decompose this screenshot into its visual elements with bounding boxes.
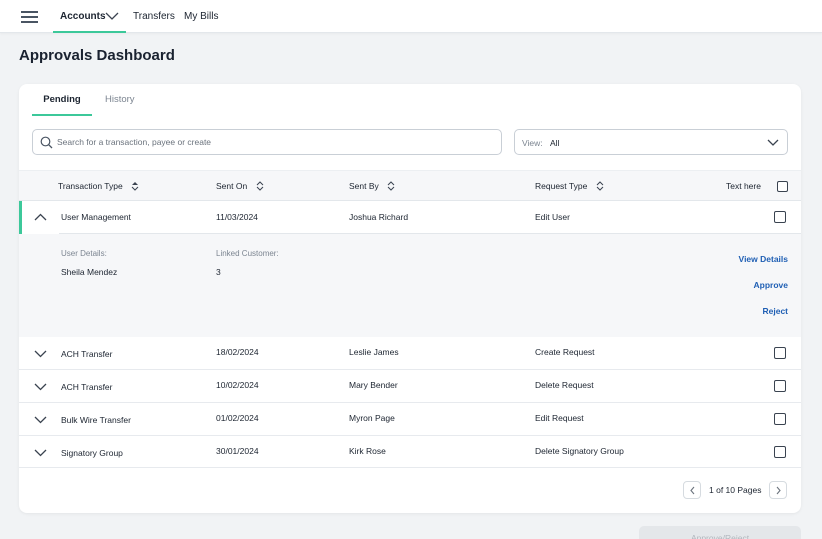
cell-request-type: Create Request <box>535 347 595 357</box>
chevron-down-icon[interactable] <box>34 416 47 424</box>
chevron-down-icon <box>767 139 779 146</box>
cell-request-type: Delete Request <box>535 380 594 390</box>
table-header: Transaction Type Sent On Sent By Request… <box>19 170 801 201</box>
linked-customer-value: 3 <box>216 267 221 277</box>
search-icon <box>40 136 53 149</box>
sort-icon[interactable] <box>596 181 604 191</box>
cell-sent-by: Leslie James <box>349 347 399 357</box>
header-transaction-type[interactable]: Transaction Type <box>58 171 139 202</box>
cell-sent-on: 30/01/2024 <box>216 446 259 456</box>
nav-transfers[interactable]: Transfers <box>133 0 175 33</box>
cell-sent-by: Joshua Richard <box>349 212 409 222</box>
view-select[interactable]: View: All <box>514 129 788 155</box>
row-checkbox[interactable] <box>774 347 786 359</box>
row-checkbox[interactable] <box>774 446 786 458</box>
approvals-card: Pending History View: All Transaction Ty… <box>19 84 801 513</box>
header-select-all-label: Text here <box>726 181 761 191</box>
view-select-value: All <box>550 138 560 148</box>
header-request-type-label: Request Type <box>535 181 588 191</box>
sort-icon[interactable] <box>131 181 139 191</box>
row-checkbox[interactable] <box>774 380 786 392</box>
tab-pending[interactable]: Pending <box>32 84 92 116</box>
table-row[interactable]: Bulk Wire Transfer 01/02/2024 Myron Page… <box>19 403 801 436</box>
cell-sent-by: Kirk Rose <box>349 446 386 456</box>
chevron-down-icon[interactable] <box>34 350 47 358</box>
cell-sent-by: Mary Bender <box>349 380 398 390</box>
select-all-checkbox[interactable] <box>777 181 788 192</box>
header-sent-by[interactable]: Sent By <box>349 171 395 202</box>
next-page-button[interactable] <box>769 481 787 499</box>
nav-accounts[interactable]: Accounts <box>53 0 126 33</box>
chevron-down-icon[interactable] <box>34 449 47 457</box>
table-row[interactable]: Signatory Group 30/01/2024 Kirk Rose Del… <box>19 436 801 468</box>
view-details-link[interactable]: View Details <box>739 254 788 264</box>
approve-link[interactable]: Approve <box>754 280 788 290</box>
cell-transaction-type: ACH Transfer <box>61 349 113 359</box>
linked-customer-label: Linked Customer: <box>216 249 279 258</box>
cell-request-type: Delete Signatory Group <box>535 446 624 456</box>
cell-request-type: Edit Request <box>535 413 584 423</box>
cell-transaction-type: Signatory Group <box>61 448 123 458</box>
approve-reject-button[interactable]: Approve/Reject <box>639 526 801 539</box>
view-select-label: View: <box>522 138 543 148</box>
pagination-text: 1 of 10 Pages <box>709 485 762 495</box>
cell-transaction-type: ACH Transfer <box>61 382 113 392</box>
cell-transaction-type: User Management <box>61 212 131 222</box>
tab-history[interactable]: History <box>105 84 135 116</box>
cell-sent-on: 18/02/2024 <box>216 347 259 357</box>
sort-icon[interactable] <box>256 181 264 191</box>
table-row[interactable]: ACH Transfer 10/02/2024 Mary Bender Dele… <box>19 370 801 403</box>
header-sent-on-label: Sent On <box>216 181 248 191</box>
cell-transaction-type: Bulk Wire Transfer <box>61 415 131 425</box>
chevron-up-icon[interactable] <box>34 213 47 221</box>
table-row[interactable]: ACH Transfer 18/02/2024 Leslie James Cre… <box>19 337 801 370</box>
header-sent-on[interactable]: Sent On <box>216 171 264 202</box>
user-details-label: User Details: <box>61 249 107 258</box>
user-details-value: Sheila Mendez <box>61 267 118 277</box>
chevron-down-icon <box>105 12 119 20</box>
row-details-panel: User Details: Sheila Mendez Linked Custo… <box>19 234 801 337</box>
cell-request-type: Edit User <box>535 212 570 222</box>
search-input[interactable] <box>57 133 487 151</box>
cell-sent-on: 01/02/2024 <box>216 413 259 423</box>
cell-sent-by: Myron Page <box>349 413 395 423</box>
nav-my-bills[interactable]: My Bills <box>184 0 218 33</box>
header-transaction-type-label: Transaction Type <box>58 181 123 191</box>
reject-link[interactable]: Reject <box>762 306 788 316</box>
chevron-left-icon <box>690 486 695 495</box>
top-nav: Accounts Transfers My Bills <box>0 0 822 33</box>
cell-sent-on: 10/02/2024 <box>216 380 259 390</box>
page-title: Approvals Dashboard <box>19 47 175 64</box>
chevron-right-icon <box>776 486 781 495</box>
menu-icon[interactable] <box>21 11 38 23</box>
chevron-down-icon[interactable] <box>34 383 47 391</box>
prev-page-button[interactable] <box>683 481 701 499</box>
cell-sent-on: 11/03/2024 <box>216 212 258 222</box>
search-box[interactable] <box>32 129 502 155</box>
row-checkbox[interactable] <box>774 413 786 425</box>
sort-icon[interactable] <box>387 181 395 191</box>
nav-accounts-label: Accounts <box>60 11 106 22</box>
header-request-type[interactable]: Request Type <box>535 171 604 202</box>
header-sent-by-label: Sent By <box>349 181 379 191</box>
row-checkbox[interactable] <box>774 211 786 223</box>
